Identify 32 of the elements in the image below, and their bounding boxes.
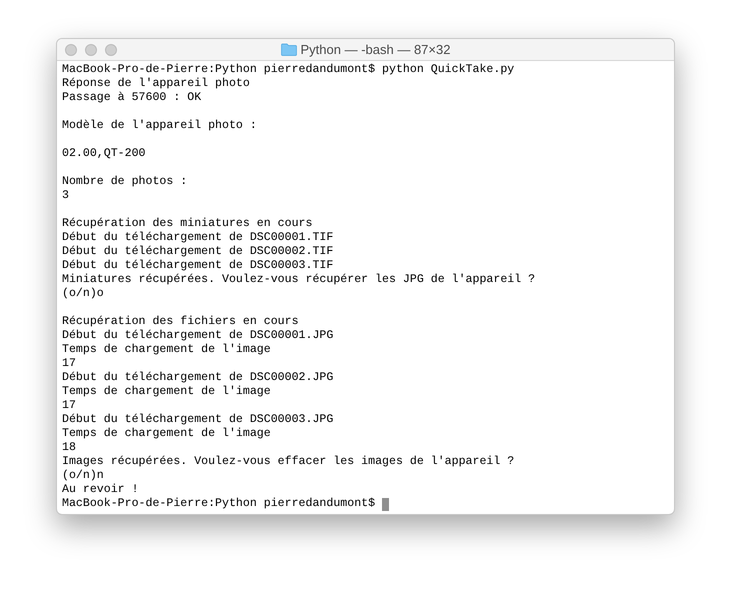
- window-control-icon[interactable]: [105, 44, 117, 56]
- terminal-line: 17: [62, 357, 76, 371]
- terminal-line: 02.00,QT-200: [62, 147, 146, 161]
- terminal-line: Récupération des fichiers en cours: [62, 315, 299, 329]
- terminal-line: Modèle de l'appareil photo :: [62, 119, 257, 133]
- terminal-line: Au revoir !: [62, 483, 139, 497]
- terminal-line: Temps de chargement de l'image: [62, 385, 271, 399]
- terminal-line: MacBook-Pro-de-Pierre:Python pierredandumont$: [62, 497, 376, 511]
- terminal-line: Réponse de l'appareil photo: [62, 77, 250, 91]
- window-control-icon[interactable]: [85, 44, 97, 56]
- terminal-line: Nombre de photos :: [62, 175, 188, 189]
- terminal-line: Début du téléchargement de DSC00003.TIF: [62, 259, 334, 273]
- terminal-line: Temps de chargement de l'image: [62, 427, 271, 441]
- terminal-line: Début du téléchargement de DSC00001.JPG: [62, 329, 334, 343]
- terminal-line: (o/n)n: [62, 469, 104, 483]
- terminal-line: MacBook-Pro-de-Pierre:Python pierredandumont$ python QuickTake.py: [62, 63, 514, 77]
- terminal-line: Début du téléchargement de DSC00003.JPG: [62, 413, 334, 427]
- terminal-line: 3: [62, 189, 69, 203]
- terminal-line: Passage à 57600 : OK: [62, 91, 202, 105]
- window-title: Python — -bash — 87×32: [300, 40, 450, 59]
- folder-icon: [280, 43, 297, 56]
- terminal-line: Images récupérées. Voulez-vous effacer les images de l'appareil ?: [62, 455, 514, 469]
- terminal-line: 18: [62, 441, 76, 455]
- terminal-line: 17: [62, 399, 76, 413]
- terminal-line: Début du téléchargement de DSC00002.JPG: [62, 371, 334, 385]
- window-control-icon[interactable]: [65, 44, 77, 56]
- terminal-line: Miniatures récupérées. Voulez-vous récupérer les JPG de l'appareil ?: [62, 273, 536, 287]
- terminal-line: Début du téléchargement de DSC00001.TIF: [62, 231, 334, 245]
- terminal-line: Récupération des miniatures en cours: [62, 217, 312, 231]
- terminal-line: Temps de chargement de l'image: [62, 343, 271, 357]
- terminal-line: Début du téléchargement de DSC00002.TIF: [62, 245, 334, 259]
- terminal-line: (o/n)o: [62, 287, 104, 301]
